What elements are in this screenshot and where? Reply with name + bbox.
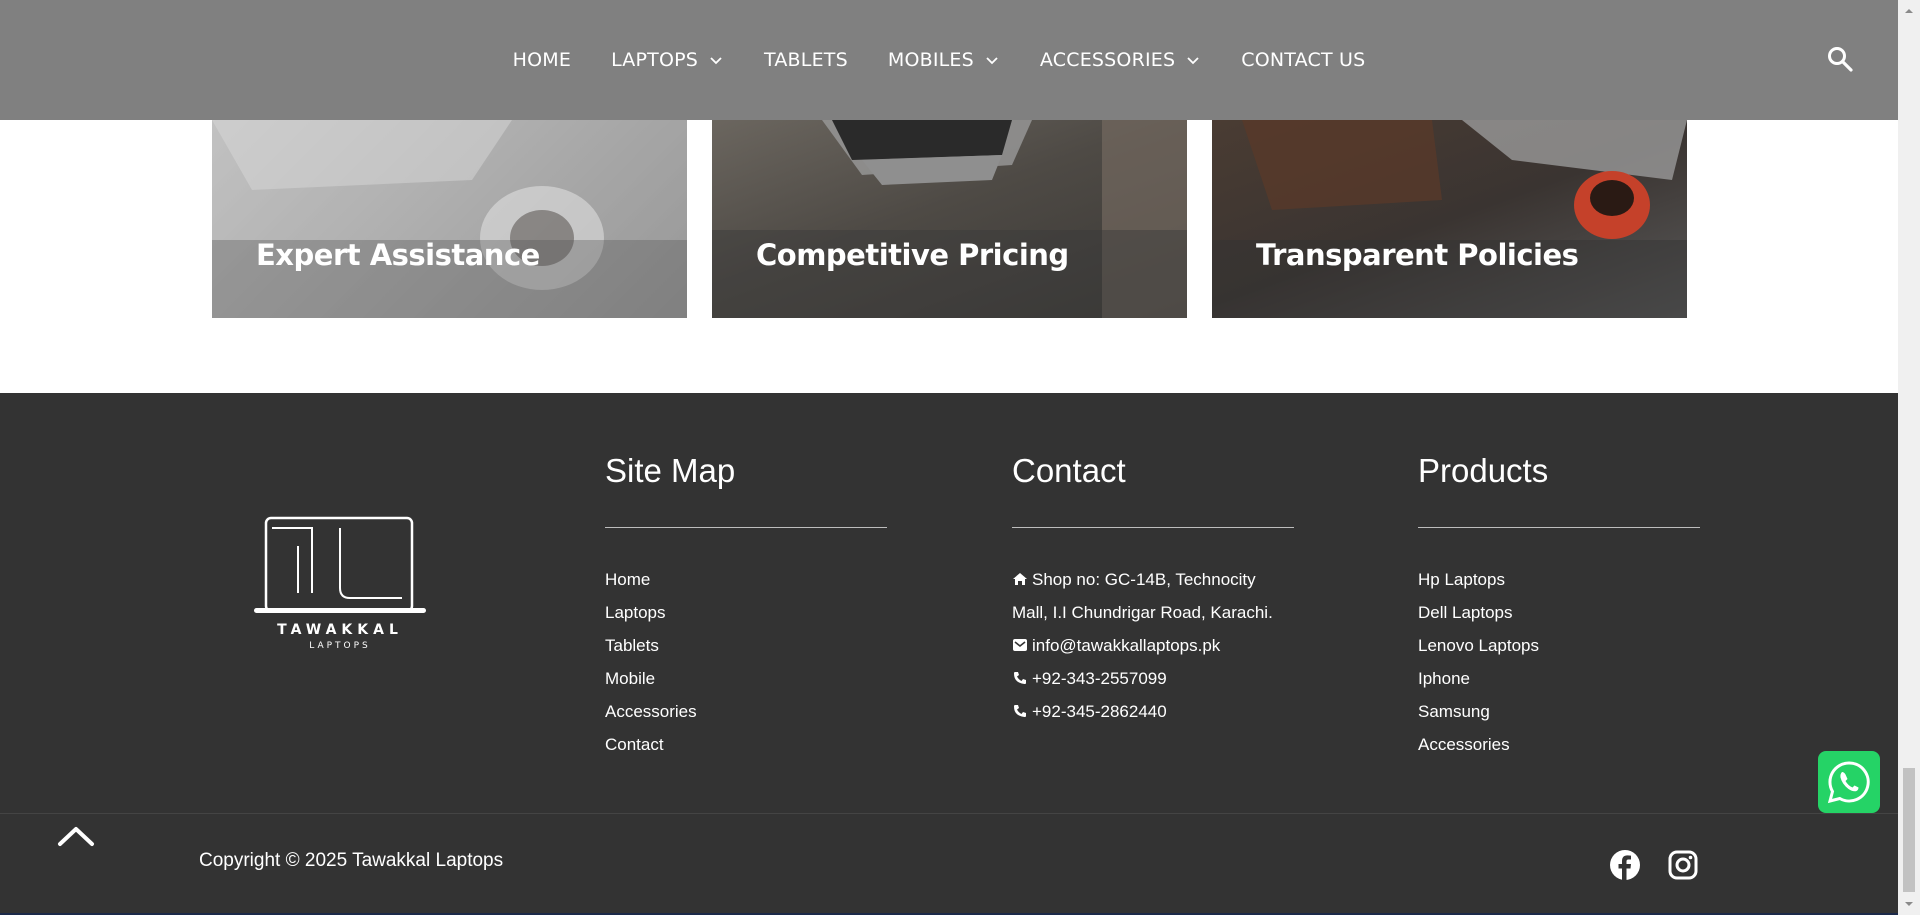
logo-brand-text: TAWAKKAL [277, 622, 403, 638]
sitemap-link-home[interactable]: Home [605, 563, 697, 596]
phone-text: +92-343-2557099 [1032, 669, 1167, 688]
products-link-hp-laptops[interactable]: Hp Laptops [1418, 563, 1539, 596]
sitemap-link-contact[interactable]: Contact [605, 728, 697, 761]
sitemap-list: Home Laptops Tablets Mobile Accessories … [605, 563, 697, 761]
whatsapp-chat-button[interactable] [1818, 751, 1880, 813]
nav-laptops[interactable]: LAPTOPS [591, 49, 744, 71]
products-list: Hp Laptops Dell Laptops Lenovo Laptops I… [1418, 563, 1539, 761]
nav-laptops-label: LAPTOPS [611, 49, 699, 71]
instagram-icon[interactable] [1667, 849, 1699, 881]
sitemap-link-mobile[interactable]: Mobile [605, 662, 697, 695]
envelope-icon [1013, 639, 1027, 651]
brand-logo[interactable]: TAWAKKAL LAPTOPS [252, 516, 428, 650]
contact-email[interactable]: info@tawakkallaptops.pk [1012, 629, 1273, 662]
scroll-to-top-icon[interactable] [56, 820, 96, 854]
card-background-image [212, 120, 687, 318]
nav-accessories-label: ACCESSORIES [1039, 49, 1176, 71]
feature-card-expert-assistance[interactable]: Expert Assistance [212, 120, 687, 318]
scroll-up-arrow-icon[interactable] [1904, 6, 1914, 16]
contact-address-line1: Shop no: GC-14B, Technocity [1012, 563, 1273, 596]
feature-card-competitive-pricing[interactable]: Competitive Pricing [712, 120, 1187, 318]
products-link-samsung[interactable]: Samsung [1418, 695, 1539, 728]
phone-icon [1014, 672, 1026, 684]
sitemap-title: Site Map [605, 452, 736, 489]
feature-title: Expert Assistance [256, 238, 540, 272]
sitemap-divider [605, 527, 887, 528]
nav-contact-us-label: CONTACT US [1241, 49, 1366, 71]
card-background-image [1212, 120, 1687, 318]
contact-divider [1012, 527, 1294, 528]
email-text: info@tawakkallaptops.pk [1032, 636, 1221, 655]
contact-phone-1[interactable]: +92-343-2557099 [1012, 662, 1273, 695]
nav-home[interactable]: HOME [493, 49, 591, 71]
sitemap-link-tablets[interactable]: Tablets [605, 629, 697, 662]
nav-accessories[interactable]: ACCESSORIES [1020, 49, 1221, 71]
phone-text: +92-345-2862440 [1032, 702, 1167, 721]
scroll-down-arrow-icon[interactable] [1904, 899, 1914, 909]
sitemap-link-laptops[interactable]: Laptops [605, 596, 697, 629]
whatsapp-icon [1827, 761, 1870, 804]
home-icon [1013, 573, 1027, 585]
contact-title: Contact [1012, 452, 1126, 489]
products-link-lenovo-laptops[interactable]: Lenovo Laptops [1418, 629, 1539, 662]
feature-card-transparent-policies[interactable]: Transparent Policies [1212, 120, 1687, 318]
address-text: Shop no: GC-14B, Technocity [1032, 570, 1256, 589]
logo-tagline-text: LAPTOPS [309, 641, 371, 650]
site-header: HOME LAPTOPS TABLETS MOBILES ACCESSORIES… [0, 0, 1898, 120]
nav-mobiles-label: MOBILES [887, 49, 974, 71]
feature-title: Competitive Pricing [756, 238, 1069, 272]
chevron-down-icon [1187, 57, 1199, 65]
facebook-icon[interactable] [1609, 849, 1641, 881]
scrollbar-thumb[interactable] [1903, 768, 1915, 892]
copyright-text: Copyright © 2025 Tawakkal Laptops [199, 850, 504, 871]
sitemap-link-accessories[interactable]: Accessories [605, 695, 697, 728]
page-scrollbar[interactable] [1898, 0, 1920, 915]
card-background-image [712, 120, 1187, 318]
nav-tablets-label: TABLETS [764, 49, 848, 71]
nav-home-label: HOME [512, 49, 572, 71]
nav-mobiles[interactable]: MOBILES [868, 49, 1020, 71]
products-link-iphone[interactable]: Iphone [1418, 662, 1539, 695]
nav-tablets[interactable]: TABLETS [744, 49, 868, 71]
contact-address-line2: Mall, I.I Chundrigar Road, Karachi. [1012, 603, 1273, 622]
products-title: Products [1418, 452, 1549, 489]
main-nav: HOME LAPTOPS TABLETS MOBILES ACCESSORIES… [493, 49, 1386, 71]
feature-title: Transparent Policies [1256, 238, 1579, 272]
nav-contact-us[interactable]: CONTACT US [1221, 49, 1385, 71]
phone-icon [1014, 705, 1026, 717]
contact-phone-2[interactable]: +92-345-2862440 [1012, 695, 1273, 728]
chevron-down-icon [986, 57, 998, 65]
chevron-down-icon [710, 57, 722, 65]
products-divider [1418, 527, 1700, 528]
products-link-dell-laptops[interactable]: Dell Laptops [1418, 596, 1539, 629]
search-icon[interactable] [1826, 45, 1854, 73]
products-link-accessories[interactable]: Accessories [1418, 728, 1539, 761]
contact-list: Shop no: GC-14B, Technocity Mall, I.I Ch… [1012, 563, 1273, 728]
